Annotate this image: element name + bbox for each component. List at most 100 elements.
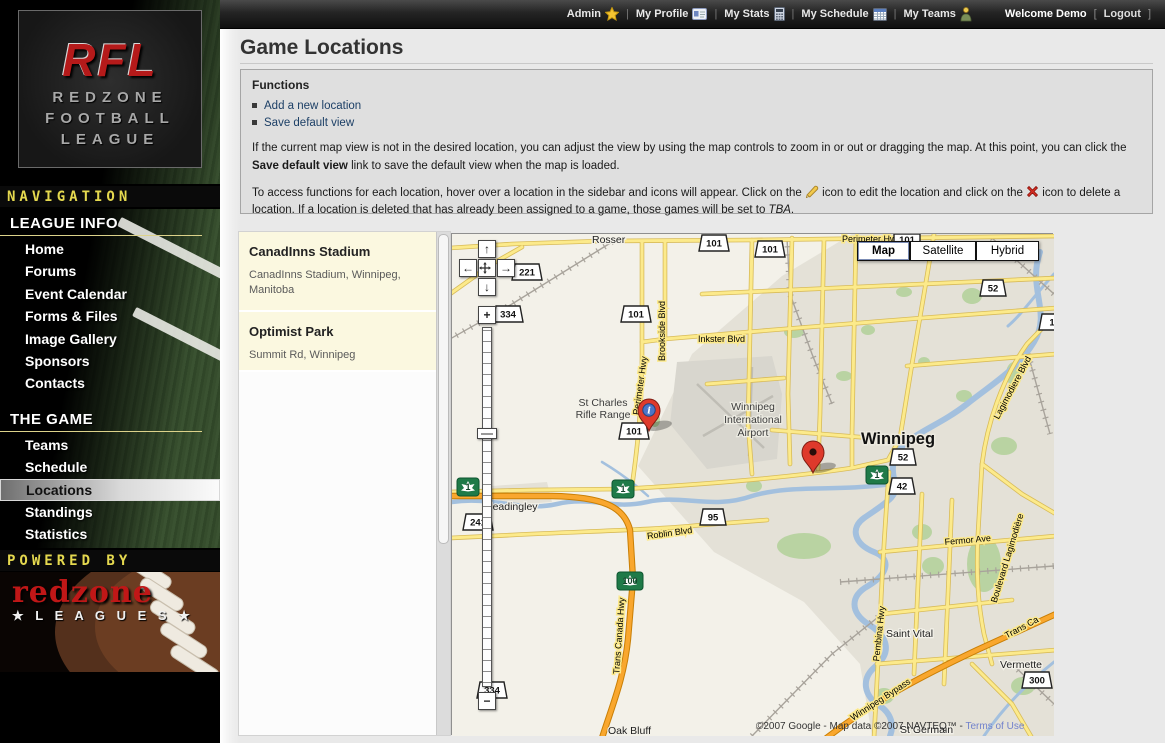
map-button[interactable]: Map xyxy=(857,241,910,261)
map-copyright: ©2007 Google - Map data ©2007 NAVTEQ™ - … xyxy=(756,721,1025,732)
label-airport-1: Winnipeg xyxy=(731,401,775,413)
satellite-button[interactable]: Satellite xyxy=(910,241,976,261)
separator: | xyxy=(894,8,897,20)
shield-1-edge: 1 xyxy=(1039,314,1054,330)
shield-101-c: 101 xyxy=(621,306,651,322)
sidebar-item-forms-files[interactable]: Forms & Files xyxy=(0,305,220,327)
logo-line-2: FOOTBALL xyxy=(19,108,201,129)
bullet xyxy=(252,103,257,108)
sidebar-item-contacts[interactable]: Contacts xyxy=(0,372,220,394)
svg-text:52: 52 xyxy=(988,284,999,295)
location-card-canadinns[interactable]: CanadInns Stadium CanadInns Stadium, Win… xyxy=(239,232,450,312)
sidebar-item-statistics[interactable]: Statistics xyxy=(0,523,220,545)
topbar-item-my-teams[interactable]: My Teams xyxy=(904,7,972,22)
svg-text:300: 300 xyxy=(1029,676,1045,687)
instructions-paragraph-2: To access functions for each location, h… xyxy=(252,185,1141,221)
page-title: Game Locations xyxy=(240,36,403,60)
page: RFL REDZONE FOOTBALL LEAGUE NAVIGATION L… xyxy=(0,0,1165,743)
navigation-header: NAVIGATION xyxy=(0,184,220,209)
sidebar-item-standings[interactable]: Standings xyxy=(0,501,220,523)
my-schedule-label: My Schedule xyxy=(801,8,868,20)
separator: | xyxy=(626,8,629,20)
edit-pencil-icon xyxy=(805,185,819,198)
label-st-charles-1: St Charles xyxy=(578,397,627,409)
sidebar-item-teams[interactable]: Teams xyxy=(0,434,220,456)
sidebar-item-forums[interactable]: Forums xyxy=(0,260,220,282)
locations-scrollbar[interactable] xyxy=(436,232,450,735)
svg-text:101: 101 xyxy=(762,245,779,256)
welcome-text: Welcome Demo xyxy=(1005,8,1087,20)
functions-title: Functions xyxy=(252,78,1141,92)
add-location-link[interactable]: Add a new location xyxy=(264,100,361,112)
svg-text:42: 42 xyxy=(897,482,908,493)
label-headingley: Headingley xyxy=(485,501,538,513)
logo-acronym: RFL xyxy=(19,33,201,87)
shield-300: 300 xyxy=(1022,672,1052,688)
svg-text:1: 1 xyxy=(465,482,470,492)
sidebar-item-image-gallery[interactable]: Image Gallery xyxy=(0,328,220,350)
separator: | xyxy=(792,8,795,20)
terms-of-use-link[interactable]: Terms of Use xyxy=(965,721,1024,732)
hybrid-button[interactable]: Hybrid xyxy=(976,241,1039,261)
sidebar-item-event-calendar[interactable]: Event Calendar xyxy=(0,283,220,305)
leagues-wordmark: ★ L E A G U E S ★ xyxy=(12,608,194,624)
topbar-item-my-schedule[interactable]: My Schedule xyxy=(801,7,886,21)
pan-up-button[interactable]: ↑ xyxy=(478,240,496,258)
save-default-view-link[interactable]: Save default view xyxy=(264,117,354,129)
sidebar-item-sponsors[interactable]: Sponsors xyxy=(0,350,220,372)
calculator-icon xyxy=(774,7,785,21)
topbar-item-my-stats[interactable]: My Stats xyxy=(724,7,784,21)
label-vermette: Vermette xyxy=(1000,659,1042,671)
label-inkster-blvd: Inkster Blvd xyxy=(698,334,745,344)
map-canvas[interactable]: Rosser Perimeter Hwy Brookside Blvd Inks… xyxy=(451,233,1053,735)
label-airport-3: Airport xyxy=(738,427,769,439)
shield-tc-1-c: 1 xyxy=(866,466,888,484)
shield-101-d: 101 xyxy=(619,423,649,439)
zoom-slider-handle[interactable] xyxy=(477,428,497,439)
section-header-league-info: LEAGUE INFO xyxy=(0,212,202,236)
logout-link[interactable]: Logout xyxy=(1104,8,1141,20)
pan-down-button[interactable]: ↓ xyxy=(478,278,496,296)
zoom-slider-track[interactable] xyxy=(482,327,492,687)
functions-box: Functions Add a new location Save defaul… xyxy=(240,69,1153,214)
topbar-item-my-profile[interactable]: My Profile xyxy=(636,8,708,20)
zoom-out-button[interactable]: − xyxy=(478,692,496,710)
shield-221: 221 xyxy=(512,264,542,280)
scrollbar-thumb[interactable] xyxy=(438,234,449,544)
bracket: ] xyxy=(1148,8,1151,20)
bullet xyxy=(252,120,257,125)
svg-text:334: 334 xyxy=(500,310,517,321)
zoom-in-button[interactable]: + xyxy=(478,306,496,324)
logo-line-3: LEAGUE xyxy=(19,129,201,150)
admin-label: Admin xyxy=(567,8,601,20)
my-stats-label: My Stats xyxy=(724,8,769,20)
sidebar-item-locations-selected[interactable]: Locations xyxy=(0,479,220,501)
pan-right-button[interactable]: → xyxy=(497,259,515,277)
location-name: CanadInns Stadium xyxy=(249,244,440,259)
shield-95: 95 xyxy=(700,509,726,525)
pan-center-button[interactable] xyxy=(478,259,496,277)
svg-text:1: 1 xyxy=(1049,318,1054,329)
map-image: Rosser Perimeter Hwy Brookside Blvd Inks… xyxy=(452,234,1054,736)
sidebar-item-home[interactable]: Home xyxy=(0,238,220,260)
pan-center-icon xyxy=(479,262,491,274)
svg-text:101: 101 xyxy=(626,427,643,438)
league-logo[interactable]: RFL REDZONE FOOTBALL LEAGUE xyxy=(18,10,202,168)
section-header-the-game: THE GAME xyxy=(0,408,202,432)
powered-by-header: POWERED BY xyxy=(0,548,220,573)
sidebar-item-schedule[interactable]: Schedule xyxy=(0,456,220,478)
svg-text:100: 100 xyxy=(622,576,637,586)
topbar: Admin | My Profile | My Stats | My Sched… xyxy=(220,0,1165,29)
league-info-menu: Home Forums Event Calendar Forms & Files… xyxy=(0,238,220,395)
location-card-optimist[interactable]: Optimist Park Summit Rd, Winnipeg xyxy=(239,312,450,372)
label-saint-vital: Saint Vital xyxy=(886,628,933,640)
topbar-item-admin[interactable]: Admin xyxy=(567,7,619,21)
save-default-view-bold: Save default view xyxy=(252,160,348,172)
label-airport-2: International xyxy=(724,414,782,426)
shield-334-a: 334 xyxy=(493,306,523,322)
pan-left-button[interactable]: ← xyxy=(459,259,477,277)
redzone-leagues-logo[interactable]: redzone ★ L E A G U E S ★ xyxy=(12,578,194,624)
delete-x-icon xyxy=(1026,185,1039,198)
svg-text:52: 52 xyxy=(898,453,909,464)
svg-text:i: i xyxy=(647,406,651,417)
